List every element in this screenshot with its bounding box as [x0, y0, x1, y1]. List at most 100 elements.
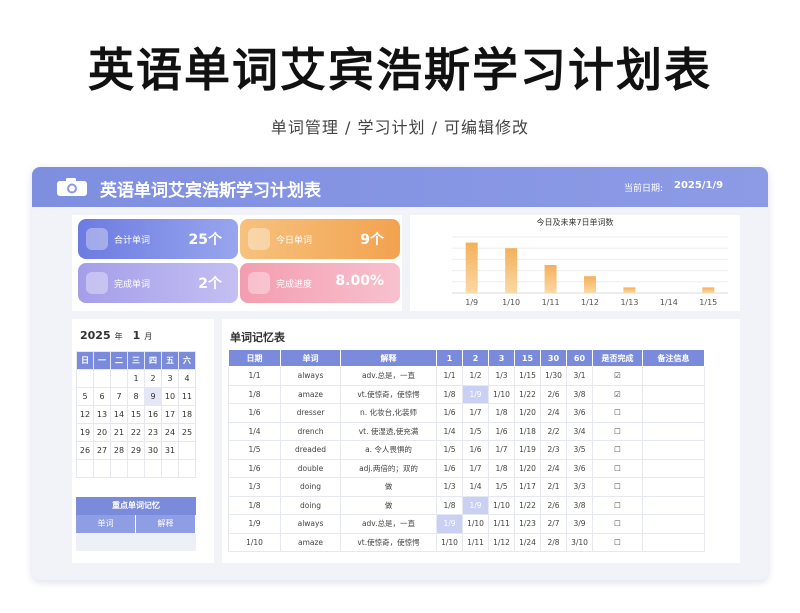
table-cell: 2/3 — [540, 440, 567, 460]
done-checkbox[interactable]: ☐ — [592, 514, 643, 534]
calendar-day[interactable]: 25 — [178, 423, 196, 442]
calendar-day[interactable]: 20 — [93, 423, 111, 442]
table-row[interactable]: 1/6 dresser n. 化妆台,化装师 1/6 1/7 1/8 1/20 2/4 3/6 ☐ — [228, 403, 705, 423]
calendar-day[interactable]: 7 — [110, 387, 128, 406]
stat-value: 9个 — [360, 232, 384, 248]
calendar-day[interactable]: 10 — [161, 387, 179, 406]
calendar-day[interactable]: 29 — [127, 441, 145, 460]
calendar-day[interactable]: 11 — [178, 387, 196, 406]
calendar-month[interactable]: 1 — [133, 329, 141, 342]
calendar-day[interactable] — [178, 459, 196, 478]
x-tick-label: 1/12 — [581, 298, 599, 307]
done-checkbox[interactable]: ☐ — [592, 403, 643, 423]
calendar-day[interactable] — [144, 459, 162, 478]
key-words-title: 重点单词记忆 — [76, 497, 196, 515]
calendar-day[interactable]: 26 — [76, 441, 94, 460]
table-row[interactable]: 1/1 always adv.总是，一直 1/1 1/2 1/3 1/15 1/30 3/1 ☑ — [228, 366, 705, 386]
table-cell — [642, 366, 705, 386]
table-cell: 2/6 — [540, 495, 567, 515]
current-date-value[interactable]: 2025/1/9 — [674, 180, 723, 191]
calendar-day[interactable]: 21 — [110, 423, 128, 442]
table-cell: 1/22 — [514, 495, 541, 515]
done-checkbox[interactable]: ☐ — [592, 495, 643, 515]
calendar-day[interactable]: 15 — [127, 405, 145, 424]
calendar-header: 2025 年 1 月 — [80, 329, 162, 342]
table-cell: 2/6 — [540, 384, 567, 404]
calendar-day[interactable] — [76, 369, 94, 388]
calendar-day[interactable] — [178, 441, 196, 460]
calendar-day[interactable] — [161, 459, 179, 478]
calendar-day[interactable]: 6 — [93, 387, 111, 406]
calendar-day[interactable]: 28 — [110, 441, 128, 460]
calendar-day[interactable]: 1 — [127, 369, 145, 388]
done-checkbox[interactable]: ☑ — [592, 366, 643, 386]
calendar-day[interactable] — [93, 459, 111, 478]
table-cell: 1/2 — [462, 366, 489, 386]
calendar-day[interactable]: 14 — [110, 405, 128, 424]
calendar-day[interactable]: 8 — [127, 387, 145, 406]
table-cell: 1/23 — [514, 514, 541, 534]
stat-value: 25个 — [188, 232, 222, 248]
done-checkbox[interactable]: ☐ — [592, 421, 643, 441]
table-row[interactable]: 1/3 doing 做 1/3 1/4 1/5 1/17 2/1 3/3 ☐ — [228, 477, 705, 497]
calendar-day[interactable]: 19 — [76, 423, 94, 442]
table-cell: 1/9 — [462, 495, 489, 515]
table-cell: 1/6 — [228, 403, 281, 423]
table-cell: 做 — [340, 477, 437, 497]
weekday-header: 二 — [110, 351, 128, 370]
table-cell: doing — [280, 477, 341, 497]
calendar-day[interactable]: 30 — [144, 441, 162, 460]
calendar-day[interactable]: 24 — [161, 423, 179, 442]
weekday-header: 三 — [127, 351, 145, 370]
year-unit: 年 — [114, 332, 123, 341]
table-row[interactable]: 1/8 amaze vt.使惊奇，使惊愕 1/8 1/9 1/10 1/22 2/6 3/8 ☑ — [228, 384, 705, 404]
table-cell: 1/9 — [436, 514, 463, 534]
table-row[interactable]: 1/4 drench vt. 使湿透,使充满 1/4 1/5 1/6 1/18 2/2 3/4 ☐ — [228, 421, 705, 441]
calendar-day[interactable]: 23 — [144, 423, 162, 442]
weekday-header: 六 — [178, 351, 196, 370]
calendar-day[interactable]: 12 — [76, 405, 94, 424]
done-checkbox[interactable]: ☐ — [592, 532, 643, 552]
memory-column-header: 是否完成 — [592, 349, 643, 367]
memory-column-header: 日期 — [228, 349, 281, 367]
calendar-day[interactable]: 9 — [144, 387, 162, 406]
table-cell: dresser — [280, 403, 341, 423]
table-cell: 1/4 — [462, 477, 489, 497]
done-checkbox[interactable]: ☑ — [592, 384, 643, 404]
table-row[interactable]: 1/6 double adj.两倍的；双的 1/6 1/7 1/8 1/20 2/4 3/6 ☐ — [228, 458, 705, 478]
calendar-day[interactable]: 18 — [178, 405, 196, 424]
calendar-day[interactable]: 22 — [127, 423, 145, 442]
done-checkbox[interactable]: ☐ — [592, 477, 643, 497]
calendar-day[interactable] — [76, 459, 94, 478]
table-row[interactable]: 1/10 amaze vt.使惊奇，使惊愕 1/10 1/11 1/12 1/24 2/8 3/… — [228, 532, 705, 552]
table-row[interactable]: 1/5 dreaded a. 令人畏惧的 1/5 1/6 1/7 1/19 2/3 3/5 ☐ — [228, 440, 705, 460]
calendar-day[interactable] — [110, 369, 128, 388]
calendar-day[interactable]: 31 — [161, 441, 179, 460]
table-cell: adv.总是，一直 — [340, 366, 437, 386]
calendar-day[interactable]: 16 — [144, 405, 162, 424]
calendar-day[interactable]: 13 — [93, 405, 111, 424]
calendar-day[interactable] — [93, 369, 111, 388]
calendar-day[interactable]: 17 — [161, 405, 179, 424]
calendar-day[interactable]: 2 — [144, 369, 162, 388]
key-words-empty-row[interactable] — [76, 533, 196, 551]
calendar-day[interactable] — [110, 459, 128, 478]
calendar-day[interactable]: 5 — [76, 387, 94, 406]
memory-title: 单词记忆表 — [230, 331, 285, 344]
storefront-icon — [86, 272, 108, 294]
calendar-day[interactable]: 27 — [93, 441, 111, 460]
table-cell: n. 化妆台,化装师 — [340, 403, 437, 423]
calendar-day[interactable]: 4 — [178, 369, 196, 388]
calendar-day[interactable] — [127, 459, 145, 478]
table-row[interactable]: 1/9 always adv.总是，一直 1/9 1/10 1/11 1/23 2/7 3/9 ☐ — [228, 514, 705, 534]
calendar-year[interactable]: 2025 — [80, 329, 111, 342]
table-row[interactable]: 1/8 doing 做 1/8 1/9 1/10 1/22 2/6 3/8 ☐ — [228, 495, 705, 515]
table-cell: 3/8 — [566, 384, 593, 404]
table-cell: 1/11 — [488, 514, 515, 534]
x-tick-label: 1/9 — [465, 298, 478, 307]
done-checkbox[interactable]: ☐ — [592, 458, 643, 478]
calendar-day[interactable]: 3 — [161, 369, 179, 388]
table-cell: 1/8 — [488, 403, 515, 423]
done-checkbox[interactable]: ☐ — [592, 440, 643, 460]
table-cell: 1/5 — [228, 440, 281, 460]
